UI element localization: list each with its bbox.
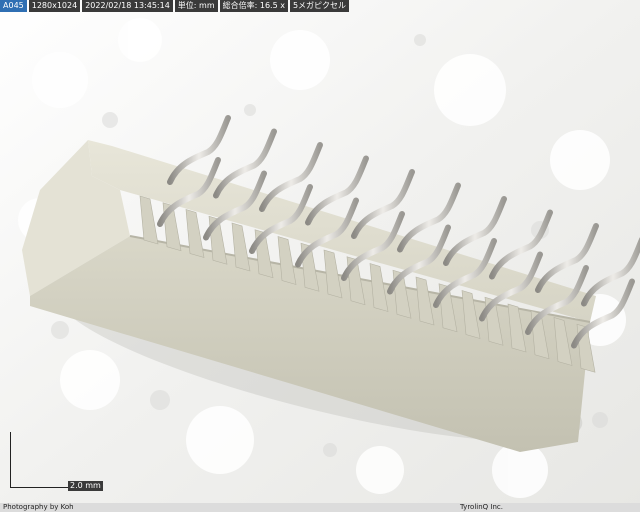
footer-bar: Photography by Koh TyrolinQ Inc. — [0, 503, 640, 512]
info-bar: A045 1280x1024 2022/02/18 13:45:14 単位: m… — [0, 0, 350, 12]
scale-bar-horizontal — [10, 487, 68, 488]
company-name: TyrolinQ Inc. — [460, 503, 503, 511]
magnification-label: 総合倍率: 16.5 x — [219, 0, 288, 12]
scale-bar-label: 2.0 mm — [68, 481, 103, 491]
image-id-badge: A045 — [0, 0, 27, 12]
resolution-label: 1280x1024 — [28, 0, 81, 12]
scale-bar: 2.0 mm — [10, 432, 103, 491]
mode-label: 5メガピクセル — [289, 0, 350, 12]
photo-credit: Photography by Koh — [3, 503, 74, 511]
scale-bar-vertical — [10, 432, 11, 488]
microscope-viewer: A045 1280x1024 2022/02/18 13:45:14 単位: m… — [0, 0, 640, 512]
unit-label: 単位: mm — [174, 0, 218, 12]
timestamp-label: 2022/02/18 13:45:14 — [82, 0, 173, 12]
